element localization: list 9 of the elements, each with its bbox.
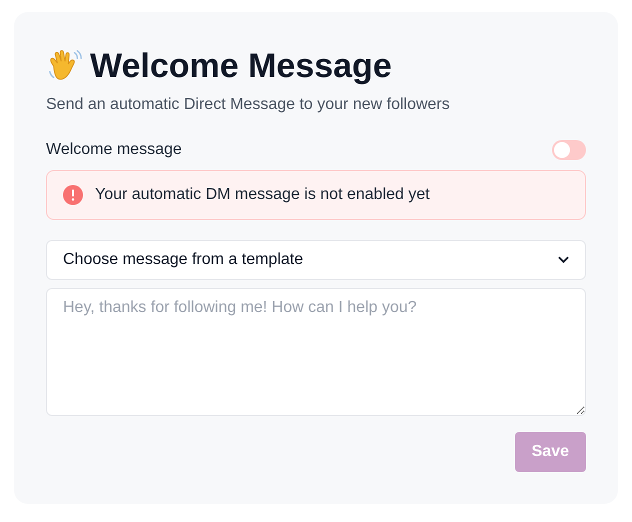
alert-message: Your automatic DM message is not enabled yet: [95, 186, 430, 204]
alert-icon: [63, 185, 83, 205]
setting-label: Welcome message: [46, 141, 182, 159]
message-field[interactable]: Hey, thanks for following me! How can I help you?: [46, 288, 586, 416]
chevron-down-icon: [558, 256, 569, 264]
page-subtitle: Send an automatic Direct Message to your new followers: [46, 96, 451, 114]
toggle-switch[interactable]: [552, 140, 586, 160]
template-dropdown[interactable]: Choose message from a template: [46, 240, 586, 280]
page-title: Welcome Message: [90, 46, 392, 86]
